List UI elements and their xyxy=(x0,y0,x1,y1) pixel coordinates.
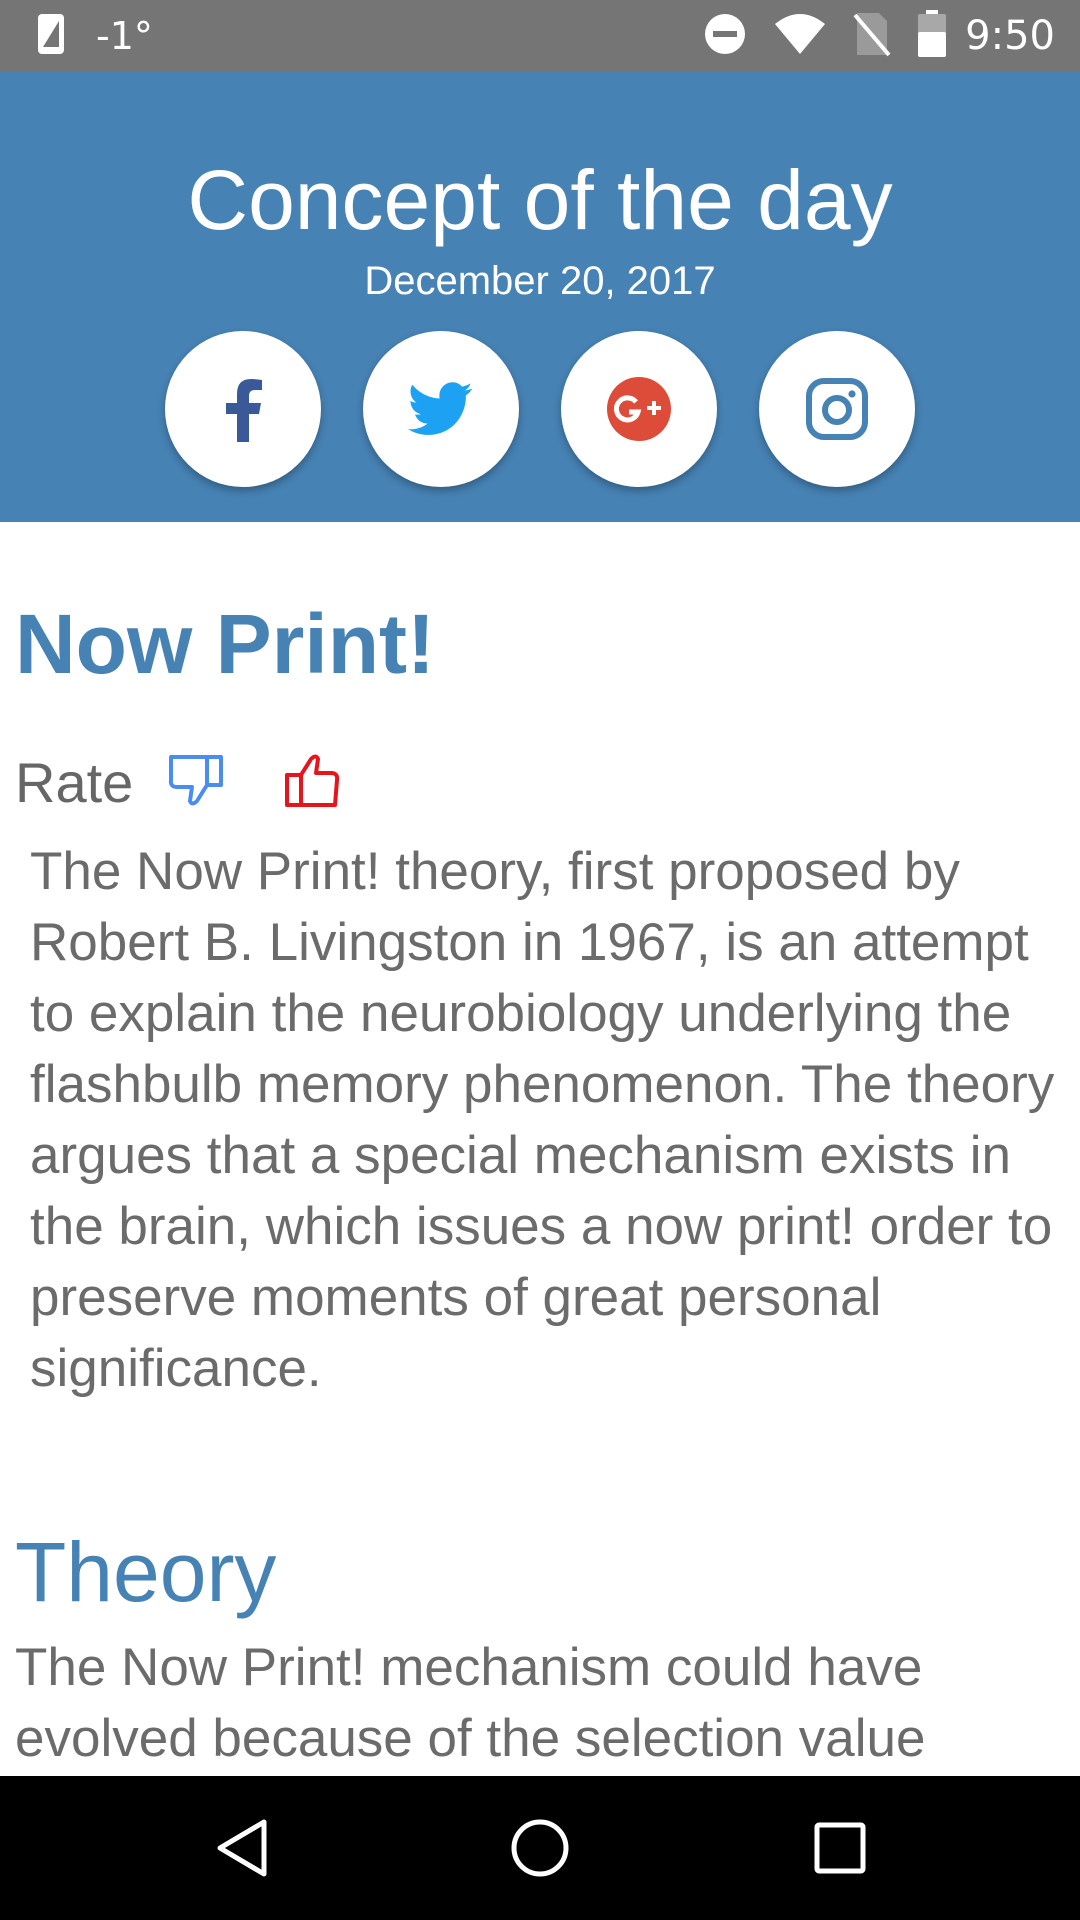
twitter-share-button[interactable] xyxy=(363,331,519,487)
no-sim-icon xyxy=(853,11,891,62)
status-bar: -1° 9:50 xyxy=(0,0,1080,72)
instagram-icon xyxy=(806,378,868,440)
rate-label: Rate xyxy=(15,750,134,814)
concept-header: Concept of the day December 20, 2017 xyxy=(0,72,1080,522)
clock: 9:50 xyxy=(965,13,1055,59)
recent-apps-button[interactable] xyxy=(760,1776,920,1920)
section-title-theory: Theory xyxy=(15,1525,277,1619)
google-plus-icon xyxy=(607,377,671,441)
back-button[interactable] xyxy=(162,1776,322,1920)
navigation-bar xyxy=(0,1776,1080,1920)
google-plus-share-button[interactable] xyxy=(561,331,717,487)
rate-row: Rate xyxy=(15,722,341,842)
thumbs-up-icon xyxy=(285,754,340,807)
concept-title: Now Print! xyxy=(15,597,435,691)
header-date: December 20, 2017 xyxy=(364,259,716,303)
battery-icon xyxy=(917,9,947,63)
status-left: -1° xyxy=(36,0,153,72)
social-share-row xyxy=(165,331,915,491)
facebook-share-button[interactable] xyxy=(165,331,321,487)
thumbs-down-icon xyxy=(169,754,224,805)
home-icon xyxy=(511,1819,569,1877)
twitter-icon xyxy=(408,382,473,435)
recent-apps-icon xyxy=(814,1822,866,1874)
section-text-theory: The Now Print! mechanism could have evol… xyxy=(15,1638,926,1768)
concept-content: Now Print! Rate The Now Print! theory, f… xyxy=(0,522,1080,1777)
header-title: Concept of the day xyxy=(187,153,893,247)
screen-rotation-icon xyxy=(36,12,66,61)
thumbs-up-button[interactable] xyxy=(283,751,341,814)
facebook-icon xyxy=(226,379,262,442)
wifi-icon xyxy=(773,12,827,61)
temperature: -1° xyxy=(96,14,153,58)
home-button[interactable] xyxy=(460,1776,620,1920)
do-not-disturb-icon xyxy=(703,12,747,61)
concept-description: The Now Print! theory, first proposed by… xyxy=(30,842,1055,1398)
status-right: 9:50 xyxy=(703,0,1055,72)
back-icon xyxy=(217,1819,267,1877)
instagram-share-button[interactable] xyxy=(759,331,915,487)
thumbs-down-button[interactable] xyxy=(167,751,225,814)
